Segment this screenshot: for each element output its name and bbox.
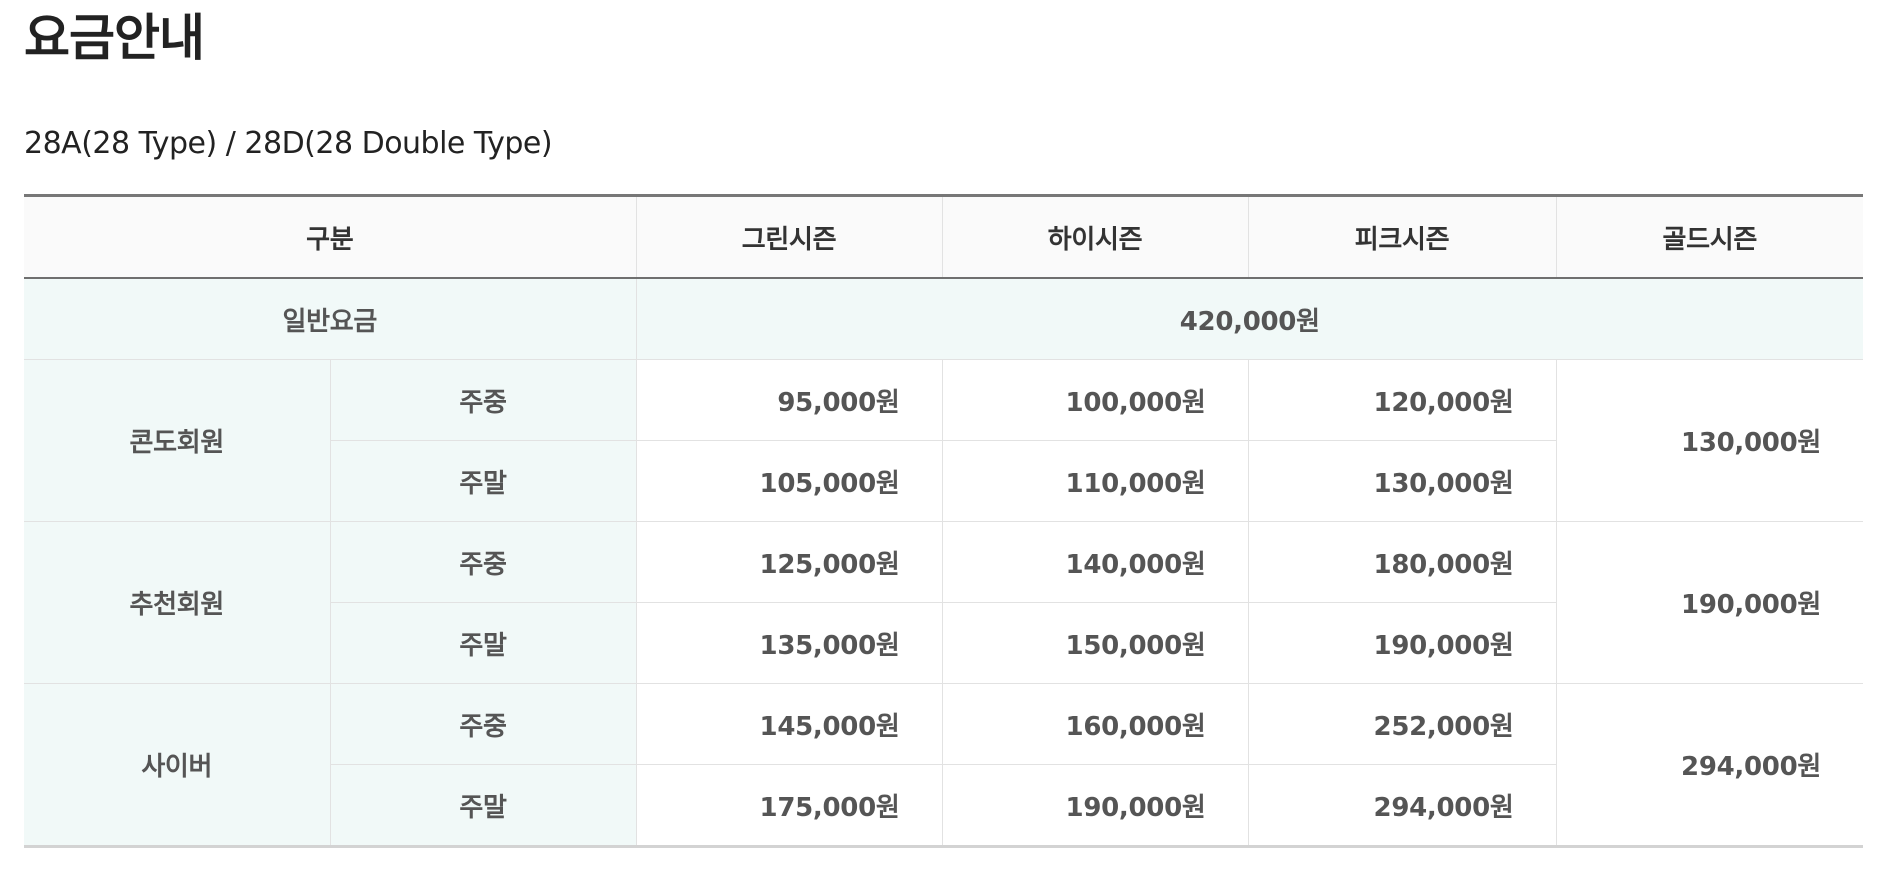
general-rate-price: 420,000원 [635, 278, 1863, 360]
peak-season-price: 294,000원 [1247, 764, 1556, 847]
member-type-label: 사이버 [24, 683, 331, 847]
gold-season-price: 130,000원 [1555, 359, 1863, 522]
day-type-label: 주중 [329, 521, 637, 603]
gold-season-price: 294,000원 [1555, 683, 1863, 847]
table-header-row: 구분 그린시즌 하이시즌 피크시즌 골드시즌 [24, 195, 1863, 279]
header-gold-season: 골드시즌 [1555, 195, 1863, 279]
gold-season-price: 190,000원 [1555, 521, 1863, 684]
green-season-price: 105,000원 [635, 440, 943, 522]
peak-season-price: 252,000원 [1247, 683, 1557, 765]
green-season-price: 145,000원 [635, 683, 943, 765]
header-category: 구분 [24, 195, 637, 279]
peak-season-price: 190,000원 [1247, 602, 1556, 684]
table-row: 사이버 주중 145,000원 160,000원 252,000원 294,00… [24, 683, 1863, 847]
day-type-label: 주말 [330, 440, 637, 522]
general-rate-label: 일반요금 [24, 278, 637, 360]
green-season-price: 135,000원 [635, 602, 943, 684]
high-season-price: 140,000원 [941, 521, 1249, 603]
peak-season-price: 130,000원 [1247, 440, 1556, 522]
table-row-general: 일반요금 420,000원 [24, 278, 1863, 360]
fee-table: 구분 그린시즌 하이시즌 피크시즌 골드시즌 일반요금 420,000원 콘도회… [24, 194, 1863, 848]
day-type-label: 주말 [330, 602, 637, 684]
peak-season-price: 120,000원 [1247, 359, 1557, 441]
page-title: 요금안내 [24, 9, 205, 67]
green-season-price: 95,000원 [635, 359, 943, 441]
member-type-label: 콘도회원 [24, 359, 331, 522]
high-season-price: 160,000원 [941, 683, 1249, 765]
table-row: 추천회원 주중 125,000원 140,000원 180,000원 190,0… [24, 521, 1863, 684]
peak-season-price: 180,000원 [1247, 521, 1557, 603]
green-season-price: 175,000원 [635, 764, 943, 847]
day-type-label: 주중 [329, 359, 637, 441]
member-type-label: 추천회원 [24, 521, 331, 684]
room-type-subtitle: 28A(28 Type) / 28D(28 Double Type) [24, 126, 553, 161]
high-season-price: 110,000원 [941, 440, 1249, 522]
table-row: 콘도회원 주중 95,000원 100,000원 120,000원 130,00… [24, 359, 1863, 522]
header-high-season: 하이시즌 [941, 195, 1249, 279]
header-peak-season: 피크시즌 [1247, 195, 1557, 279]
green-season-price: 125,000원 [635, 521, 943, 603]
day-type-label: 주말 [330, 764, 637, 847]
header-green-season: 그린시즌 [635, 195, 943, 279]
day-type-label: 주중 [329, 683, 637, 765]
high-season-price: 100,000원 [941, 359, 1249, 441]
fee-guide-page: 요금안내 28A(28 Type) / 28D(28 Double Type) … [0, 0, 1884, 848]
high-season-price: 150,000원 [941, 602, 1249, 684]
high-season-price: 190,000원 [941, 764, 1249, 847]
